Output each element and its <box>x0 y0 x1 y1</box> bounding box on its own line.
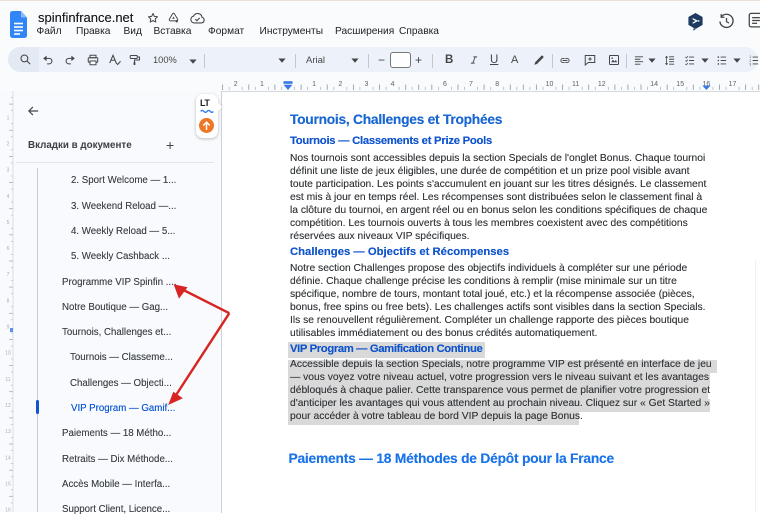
svg-text:7: 7 <box>469 81 473 88</box>
svg-text:12: 12 <box>598 81 606 88</box>
svg-text:6: 6 <box>7 246 10 252</box>
svg-text:3: 3 <box>364 81 368 88</box>
svg-text:5: 5 <box>7 220 10 226</box>
svg-text:17: 17 <box>729 81 737 88</box>
svg-text:16: 16 <box>5 508 11 512</box>
svg-text:2: 2 <box>7 142 10 148</box>
svg-text:2: 2 <box>338 81 342 88</box>
svg-text:1: 1 <box>260 81 264 88</box>
svg-text:1: 1 <box>312 81 316 88</box>
svg-text:10: 10 <box>5 351 11 357</box>
svg-text:3: 3 <box>749 62 751 66</box>
svg-text:8: 8 <box>7 298 10 304</box>
svg-text:11: 11 <box>5 377 10 383</box>
svg-text:15: 15 <box>5 481 11 487</box>
svg-text:14: 14 <box>650 81 658 88</box>
svg-text:11: 11 <box>572 81 579 88</box>
svg-text:12: 12 <box>5 403 11 409</box>
svg-text:6: 6 <box>443 81 447 88</box>
svg-text:14: 14 <box>5 455 11 461</box>
svg-text:13: 13 <box>5 429 11 435</box>
svg-text:4: 4 <box>391 81 395 88</box>
svg-text:15: 15 <box>676 81 684 88</box>
svg-text:4: 4 <box>7 194 10 200</box>
svg-text:1: 1 <box>7 115 10 121</box>
svg-text:7: 7 <box>7 272 10 278</box>
svg-text:8: 8 <box>495 81 499 88</box>
svg-text:10: 10 <box>546 81 554 88</box>
svg-text:2: 2 <box>234 81 238 88</box>
svg-text:3: 3 <box>7 168 10 174</box>
svg-text:9: 9 <box>7 325 10 331</box>
